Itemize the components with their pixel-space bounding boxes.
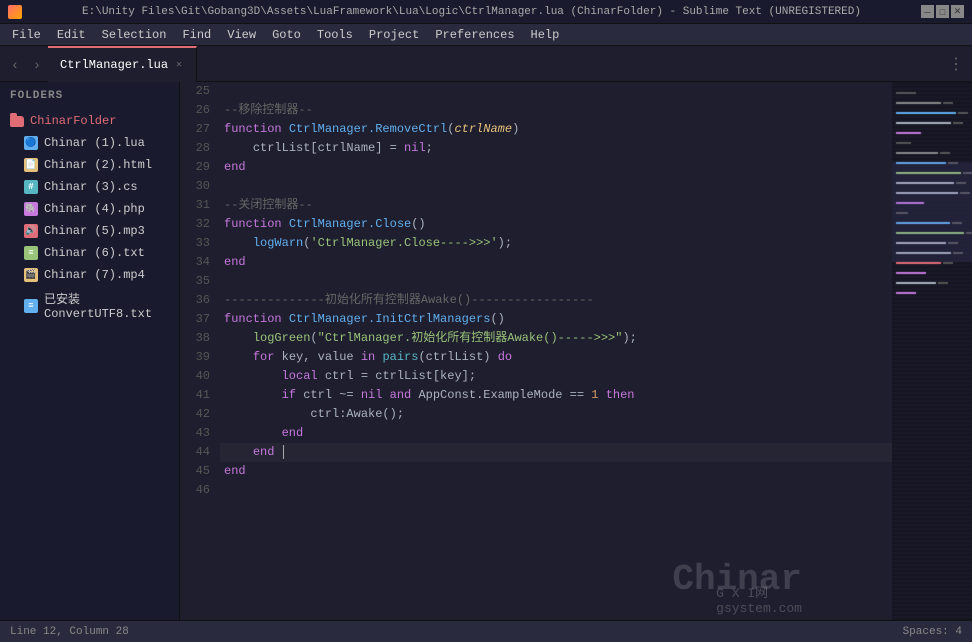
code-line-39: 39 for key, value in pairs(ctrlList) do: [180, 348, 892, 367]
code-line-27: 27 function CtrlManager.RemoveCtrl(ctrlN…: [180, 120, 892, 139]
menu-bar: File Edit Selection Find View Goto Tools…: [0, 24, 972, 46]
file-name: Chinar (2).html: [44, 158, 152, 172]
cs-icon: #: [24, 180, 38, 194]
tab-forward-button[interactable]: ›: [26, 53, 48, 75]
app-icon: [8, 5, 22, 19]
file-name: Chinar (3).cs: [44, 180, 138, 194]
code-line-38: 38 logGreen("CtrlManager.初始化所有控制器Awake()…: [180, 329, 892, 348]
close-button[interactable]: ✕: [951, 5, 964, 18]
menu-help[interactable]: Help: [523, 24, 568, 46]
code-line-42: 42 ctrl:Awake();: [180, 405, 892, 424]
code-line-26: 26 --移除控制器--: [180, 101, 892, 120]
menu-selection[interactable]: Selection: [94, 24, 175, 46]
code-line-35: 35: [180, 272, 892, 291]
mp3-icon: 🔊: [24, 224, 38, 238]
sidebar: FOLDERS ChinarFolder 🔵 Chinar (1).lua 📄 …: [0, 82, 180, 620]
window-title: E:\Unity Files\Git\Gobang3D\Assets\LuaFr…: [28, 6, 915, 18]
utf8-icon: ≡: [24, 299, 38, 313]
tab-bar: ‹ › CtrlManager.lua ✕ ⋮: [0, 46, 972, 82]
menu-goto[interactable]: Goto: [264, 24, 309, 46]
html-icon: 📄: [24, 158, 38, 172]
tab-label: CtrlManager.lua: [60, 58, 168, 72]
maximize-button[interactable]: □: [936, 5, 949, 18]
menu-preferences[interactable]: Preferences: [427, 24, 522, 46]
tab-back-button[interactable]: ‹: [4, 53, 26, 75]
menu-find[interactable]: Find: [174, 24, 219, 46]
file-name: Chinar (5).mp3: [44, 224, 145, 238]
code-editor[interactable]: 25 26 --移除控制器-- 27 function CtrlManager.…: [180, 82, 892, 620]
code-line-45: 45 end: [180, 462, 892, 481]
title-bar: E:\Unity Files\Git\Gobang3D\Assets\LuaFr…: [0, 0, 972, 24]
sidebar-item-utf8[interactable]: ≡ 已安装ConvertUTF8.txt: [0, 286, 179, 325]
code-line-37: 37 function CtrlManager.InitCtrlManagers…: [180, 310, 892, 329]
sidebar-item-txt[interactable]: ≡ Chinar (6).txt: [0, 242, 179, 264]
minimap-overlay: [892, 82, 972, 620]
file-name: Chinar (6).txt: [44, 246, 145, 260]
txt-icon: ≡: [24, 246, 38, 260]
minimap: [892, 82, 972, 620]
sidebar-item-lua[interactable]: 🔵 Chinar (1).lua: [0, 132, 179, 154]
watermark-subtext: G X I网gsystem.com: [716, 582, 802, 616]
status-position: Line 12, Column 28: [10, 626, 129, 638]
folder-label: ChinarFolder: [30, 114, 116, 128]
code-line-32: 32 function CtrlManager.Close(): [180, 215, 892, 234]
file-name: Chinar (4).php: [44, 202, 145, 216]
menu-edit[interactable]: Edit: [49, 24, 94, 46]
sidebar-item-php[interactable]: 🐘 Chinar (4).php: [0, 198, 179, 220]
php-icon: 🐘: [24, 202, 38, 216]
code-line-34: 34 end: [180, 253, 892, 272]
minimize-button[interactable]: ─: [921, 5, 934, 18]
menu-file[interactable]: File: [4, 24, 49, 46]
sidebar-item-mp4[interactable]: 🎬 Chinar (7).mp4: [0, 264, 179, 286]
code-line-30: 30: [180, 177, 892, 196]
file-name: Chinar (7).mp4: [44, 268, 145, 282]
file-name: 已安装ConvertUTF8.txt: [44, 290, 169, 321]
watermark-text: Chinar: [672, 559, 802, 600]
code-line-33: 33 logWarn('CtrlManager.Close---->>>');: [180, 234, 892, 253]
status-bar: Line 12, Column 28 Spaces: 4: [0, 620, 972, 642]
status-spaces: Spaces: 4: [903, 626, 962, 638]
code-line-29: 29 end: [180, 158, 892, 177]
code-line-25: 25: [180, 82, 892, 101]
tab-close-button[interactable]: ✕: [174, 59, 184, 71]
main-layout: FOLDERS ChinarFolder 🔵 Chinar (1).lua 📄 …: [0, 82, 972, 620]
code-line-28: 28 ctrlList[ctrlName] = nil;: [180, 139, 892, 158]
mp4-icon: 🎬: [24, 268, 38, 282]
code-line-46: 46: [180, 481, 892, 500]
menu-view[interactable]: View: [219, 24, 264, 46]
tab-menu-button[interactable]: ⋮: [948, 54, 964, 74]
sidebar-folder-chinar[interactable]: ChinarFolder: [0, 110, 179, 132]
menu-tools[interactable]: Tools: [309, 24, 361, 46]
code-line-31: 31 --关闭控制器--: [180, 196, 892, 215]
code-line-40: 40 local ctrl = ctrlList[key];: [180, 367, 892, 386]
menu-project[interactable]: Project: [361, 24, 427, 46]
sidebar-item-mp3[interactable]: 🔊 Chinar (5).mp3: [0, 220, 179, 242]
tab-ctrlmanager[interactable]: CtrlManager.lua ✕: [48, 46, 197, 82]
sidebar-item-cs[interactable]: # Chinar (3).cs: [0, 176, 179, 198]
code-table: 25 26 --移除控制器-- 27 function CtrlManager.…: [180, 82, 892, 500]
sidebar-header: FOLDERS: [0, 82, 179, 110]
lua-icon: 🔵: [24, 136, 38, 150]
sidebar-item-html[interactable]: 📄 Chinar (2).html: [0, 154, 179, 176]
window-controls: ─ □ ✕: [921, 5, 964, 18]
code-line-43: 43 end: [180, 424, 892, 443]
file-name: Chinar (1).lua: [44, 136, 145, 150]
code-line-36: 36 --------------初始化所有控制器Awake()--------…: [180, 291, 892, 310]
code-line-41: 41 if ctrl ~= nil and AppConst.ExampleMo…: [180, 386, 892, 405]
folder-icon: [10, 116, 24, 127]
code-line-44: 44 end: [180, 443, 892, 462]
